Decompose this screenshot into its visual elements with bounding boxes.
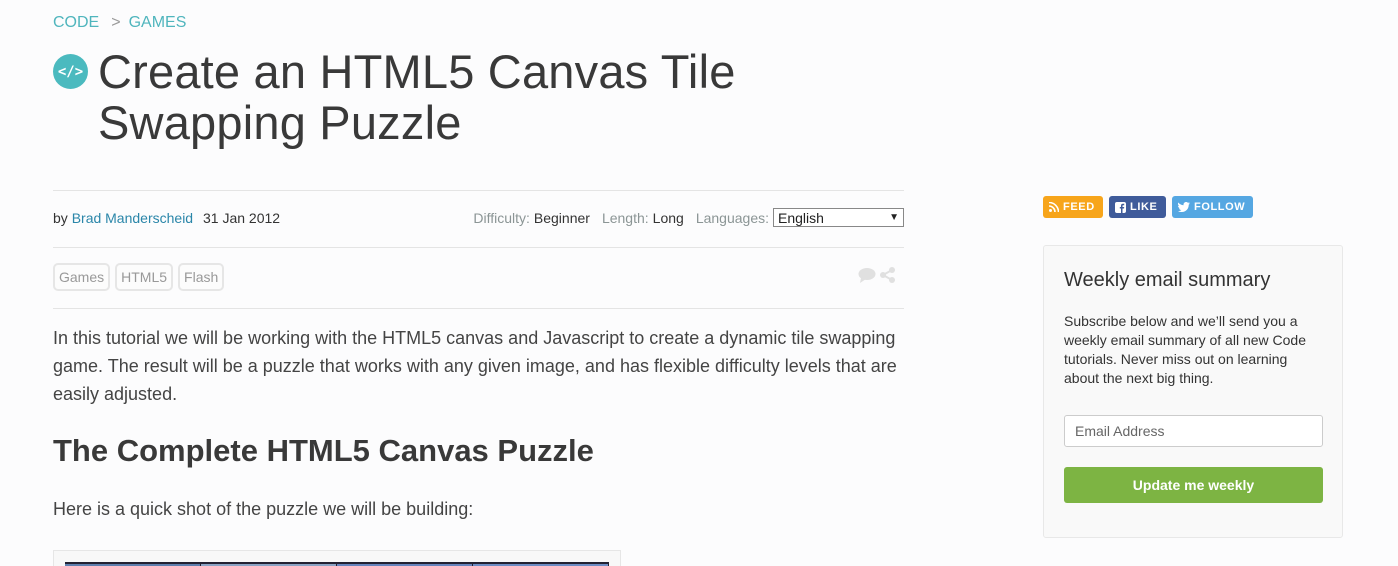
difficulty-label: Difficulty:	[473, 209, 530, 226]
breadcrumb-code[interactable]: CODE	[53, 14, 99, 32]
publish-date: 31 Jan 2012	[202, 210, 281, 226]
puzzle-screenshot	[53, 550, 621, 566]
section-heading: The Complete HTML5 Canvas Puzzle	[53, 433, 594, 468]
tag-games[interactable]: Games	[53, 263, 111, 291]
facebook-icon	[1115, 201, 1126, 213]
rss-icon	[1049, 202, 1059, 212]
feed-label: FEED	[1063, 201, 1095, 213]
language-select[interactable]: English ▼	[773, 208, 904, 227]
languages-label: Languages:	[695, 209, 769, 226]
page: CODE > GAMES </> Create an HTML5 Canvas …	[0, 0, 1398, 566]
body-paragraph: Here is a quick shot of the puzzle we wi…	[53, 499, 474, 519]
breadcrumb: CODE > GAMES	[53, 14, 186, 32]
signup-heading: Weekly email summary	[1064, 269, 1271, 291]
by-label: by	[53, 210, 68, 226]
email-input[interactable]: Email Address	[1064, 415, 1323, 447]
difficulty-value: Beginner	[533, 209, 590, 226]
email-signup-panel: Weekly email summary Subscribe below and…	[1043, 245, 1343, 538]
tag-list: Games HTML5 Flash	[53, 263, 225, 291]
intro-paragraph: In this tutorial we will be working with…	[53, 328, 897, 404]
divider	[53, 247, 904, 248]
tag-flash[interactable]: Flash	[178, 263, 225, 291]
follow-button[interactable]: FOLLOW	[1172, 196, 1253, 218]
length-label: Length:	[601, 209, 649, 226]
author-link[interactable]: Brad Manderscheid	[72, 210, 193, 226]
puzzle-tiles	[65, 562, 609, 566]
twitter-icon	[1178, 202, 1190, 212]
subscribe-button[interactable]: Update me weekly	[1064, 467, 1323, 503]
share-icon[interactable]	[880, 267, 896, 283]
code-brackets-icon[interactable]: </>	[53, 54, 88, 89]
length-value: Long	[652, 209, 684, 226]
tutorial-meta: Difficulty: Beginner Length: Long Langua…	[473, 208, 904, 227]
language-selected: English	[778, 209, 824, 226]
feed-button[interactable]: FEED	[1043, 196, 1103, 218]
follow-label: FOLLOW	[1194, 201, 1246, 213]
comment-icon[interactable]	[858, 267, 876, 283]
dropdown-arrow-icon: ▼	[889, 212, 899, 223]
divider	[53, 308, 904, 309]
byline: by Brad Manderscheid 31 Jan 2012	[53, 210, 280, 226]
tag-html5[interactable]: HTML5	[115, 263, 174, 291]
breadcrumb-separator: >	[111, 14, 121, 31]
divider	[53, 190, 904, 191]
like-button[interactable]: LIKE	[1109, 196, 1166, 218]
like-label: LIKE	[1130, 201, 1158, 213]
signup-description: Subscribe below and we’ll send you a wee…	[1064, 313, 1306, 386]
follow-buttons: FEED LIKE FOLLOW	[1043, 196, 1253, 218]
breadcrumb-games[interactable]: GAMES	[129, 14, 187, 32]
page-title: Create an HTML5 Canvas Tile Swapping Puz…	[98, 45, 736, 149]
article-actions	[858, 267, 896, 283]
